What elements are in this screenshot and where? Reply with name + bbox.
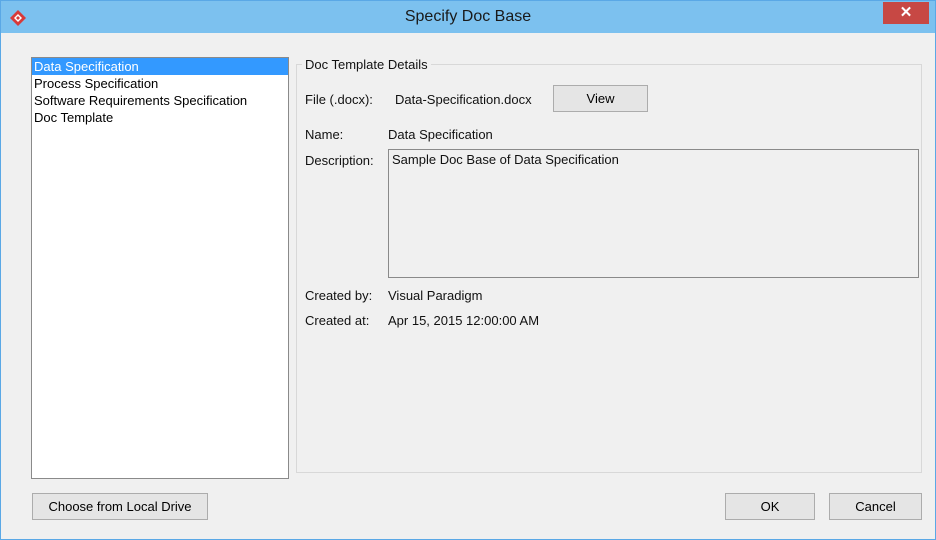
close-button[interactable]: ✕	[883, 2, 929, 24]
description-field[interactable]: Sample Doc Base of Data Specification	[388, 149, 919, 278]
cancel-button[interactable]: Cancel	[829, 493, 922, 520]
doc-template-details-title: Doc Template Details	[302, 57, 431, 72]
list-item-process-specification[interactable]: Process Specification	[32, 75, 288, 92]
file-value: Data-Specification.docx	[395, 92, 532, 107]
file-label: File (.docx):	[305, 92, 373, 107]
window-title: Specify Doc Base	[404, 8, 532, 25]
dialog-window: Specify Doc Base ✕ Data Specification Pr…	[0, 0, 936, 540]
choose-from-local-drive-button[interactable]: Choose from Local Drive	[32, 493, 208, 520]
name-label: Name:	[305, 127, 344, 142]
doc-base-list[interactable]: Data Specification Process Specification…	[31, 57, 289, 479]
view-button[interactable]: View	[553, 85, 648, 112]
ok-button[interactable]: OK	[725, 493, 815, 520]
created-at-value: Apr 15, 2015 12:00:00 AM	[388, 313, 540, 328]
name-value: Data Specification	[388, 127, 493, 142]
list-item-software-requirements-specification[interactable]: Software Requirements Specification	[32, 92, 288, 109]
description-label: Description:	[305, 153, 374, 168]
list-item-doc-template[interactable]: Doc Template	[32, 109, 288, 126]
created-at-label: Created at:	[305, 313, 370, 328]
list-item-data-specification[interactable]: Data Specification	[32, 58, 288, 75]
created-by-value: Visual Paradigm	[388, 288, 483, 303]
created-by-label: Created by:	[305, 288, 373, 303]
title-bar[interactable]: Specify Doc Base ✕	[1, 1, 935, 33]
